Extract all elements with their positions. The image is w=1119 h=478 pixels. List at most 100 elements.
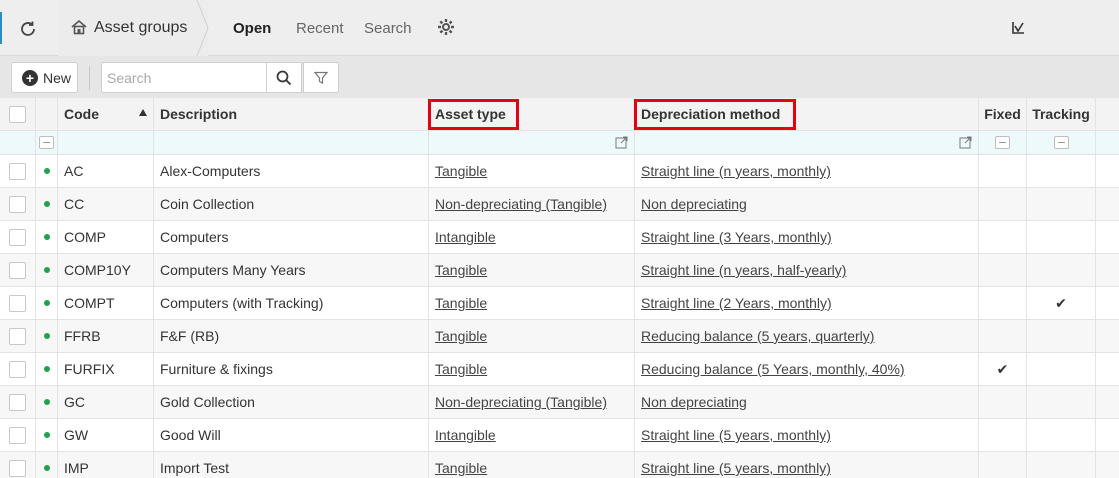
table-row[interactable]: IMP Import Test Tangible Straight line (…	[0, 452, 1119, 478]
row-checkbox[interactable]	[9, 459, 26, 477]
filter-cell-asset-type[interactable]	[429, 131, 635, 154]
column-header-description[interactable]: Description	[154, 98, 429, 130]
tab-open[interactable]: Open	[233, 20, 271, 37]
cell-description: Furniture & fixings	[154, 353, 429, 385]
column-header-fixed[interactable]: Fixed	[979, 98, 1027, 130]
row-status-cell	[36, 320, 58, 352]
row-select-cell	[0, 287, 36, 319]
cell-description: Gold Collection	[154, 386, 429, 418]
cell-code: GC	[58, 386, 154, 418]
asset-type-link[interactable]: Tangible	[435, 163, 487, 179]
asset-type-link[interactable]: Non-depreciating (Tangible)	[435, 196, 607, 212]
filter-cell-description[interactable]	[154, 131, 429, 154]
depreciation-method-link[interactable]: Reducing balance (5 years, quarterly)	[641, 328, 874, 344]
cell-asset-type: Non-depreciating (Tangible)	[429, 188, 635, 220]
depreciation-method-link[interactable]: Non depreciating	[641, 394, 747, 410]
column-header-asset-type[interactable]: Asset type	[429, 98, 635, 130]
select-all-checkbox[interactable]	[9, 105, 26, 123]
table-row[interactable]: FFRB F&F (RB) Tangible Reducing balance …	[0, 320, 1119, 353]
row-status-cell	[36, 188, 58, 220]
collapse-icon[interactable]	[1010, 20, 1026, 36]
cell-asset-type: Tangible	[429, 452, 635, 478]
column-label-asset-type: Asset type	[435, 106, 506, 122]
asset-type-link[interactable]: Tangible	[435, 361, 487, 377]
table-row[interactable]: GC Gold Collection Non-depreciating (Tan…	[0, 386, 1119, 419]
column-header-depreciation-method[interactable]: Depreciation method	[635, 98, 979, 130]
asset-type-link[interactable]: Intangible	[435, 229, 496, 245]
refresh-icon[interactable]	[16, 17, 40, 41]
row-spacer	[1096, 254, 1119, 286]
depreciation-method-link[interactable]: Straight line (5 years, monthly)	[641, 460, 831, 476]
row-checkbox[interactable]	[9, 393, 26, 411]
table-row[interactable]: GW Good Will Intangible Straight line (5…	[0, 419, 1119, 452]
filter-cell-code[interactable]	[58, 131, 154, 154]
depreciation-method-link[interactable]: Straight line (5 years, monthly)	[641, 427, 831, 443]
cell-code: CC	[58, 188, 154, 220]
table-row[interactable]: AC Alex-Computers Tangible Straight line…	[0, 155, 1119, 188]
fixed-check-icon: ✔	[996, 360, 1009, 377]
cell-asset-type: Tangible	[429, 320, 635, 352]
status-dot-icon	[43, 465, 50, 471]
table-row[interactable]: COMPT Computers (with Tracking) Tangible…	[0, 287, 1119, 320]
cell-tracking	[1027, 188, 1096, 220]
open-lookup-icon[interactable]	[959, 136, 972, 149]
cell-description: F&F (RB)	[154, 320, 429, 352]
gear-icon[interactable]	[436, 17, 456, 37]
filter-cell-tracking	[1027, 131, 1096, 154]
description-value: Computers Many Years	[160, 262, 306, 278]
cell-code: FURFIX	[58, 353, 154, 385]
depreciation-method-link[interactable]: Straight line (n years, half-yearly)	[641, 262, 846, 278]
open-lookup-icon[interactable]	[615, 136, 628, 149]
row-select-cell	[0, 221, 36, 253]
table-row[interactable]: COMP Computers Intangible Straight line …	[0, 221, 1119, 254]
row-checkbox[interactable]	[9, 261, 26, 279]
row-checkbox[interactable]	[9, 426, 26, 444]
breadcrumb[interactable]: Asset groups	[58, 0, 208, 56]
filter-button[interactable]	[303, 62, 339, 93]
row-checkbox[interactable]	[9, 294, 26, 312]
depreciation-method-link[interactable]: Straight line (2 Years, monthly)	[641, 295, 832, 311]
row-checkbox[interactable]	[9, 360, 26, 378]
asset-type-link[interactable]: Tangible	[435, 460, 487, 476]
asset-type-link[interactable]: Non-depreciating (Tangible)	[435, 394, 607, 410]
table-row[interactable]: FURFIX Furniture & fixings Tangible Redu…	[0, 353, 1119, 386]
status-filter-toggle[interactable]	[39, 136, 54, 149]
left-accent	[0, 12, 2, 44]
column-header-tracking[interactable]: Tracking	[1027, 98, 1096, 130]
tab-search[interactable]: Search	[364, 20, 412, 37]
filter-cell-depreciation-method[interactable]	[635, 131, 979, 154]
code-value: COMPT	[64, 295, 115, 311]
code-value: CC	[64, 196, 85, 212]
code-value: AC	[64, 163, 84, 179]
depreciation-method-link[interactable]: Straight line (3 Years, monthly)	[641, 229, 832, 245]
column-header-code[interactable]: Code	[58, 98, 154, 130]
row-checkbox[interactable]	[9, 228, 26, 246]
filter-cell-select	[0, 131, 36, 154]
cell-description: Computers (with Tracking)	[154, 287, 429, 319]
depreciation-method-link[interactable]: Reducing balance (5 Years, monthly, 40%)	[641, 361, 905, 377]
asset-type-link[interactable]: Tangible	[435, 295, 487, 311]
new-button[interactable]: + New	[11, 62, 78, 93]
code-value: FURFIX	[64, 361, 115, 377]
tab-recent[interactable]: Recent	[296, 20, 344, 37]
search-button[interactable]	[266, 62, 302, 93]
depreciation-method-link[interactable]: Straight line (n years, monthly)	[641, 163, 831, 179]
asset-type-link[interactable]: Tangible	[435, 262, 487, 278]
fixed-filter-toggle[interactable]	[995, 136, 1010, 149]
row-checkbox[interactable]	[9, 162, 26, 180]
depreciation-method-link[interactable]: Non depreciating	[641, 196, 747, 212]
row-checkbox[interactable]	[9, 195, 26, 213]
cell-depreciation-method: Straight line (2 Years, monthly)	[635, 287, 979, 319]
asset-type-link[interactable]: Tangible	[435, 328, 487, 344]
cell-depreciation-method: Non depreciating	[635, 386, 979, 418]
search-input[interactable]	[101, 62, 267, 93]
row-spacer	[1096, 155, 1119, 187]
table-row[interactable]: COMP10Y Computers Many Years Tangible St…	[0, 254, 1119, 287]
tracking-filter-toggle[interactable]	[1053, 136, 1069, 149]
table-row[interactable]: CC Coin Collection Non-depreciating (Tan…	[0, 188, 1119, 221]
code-value: FFRB	[64, 328, 101, 344]
row-spacer	[1096, 188, 1119, 220]
code-value: COMP	[64, 229, 106, 245]
asset-type-link[interactable]: Intangible	[435, 427, 496, 443]
row-checkbox[interactable]	[9, 327, 26, 345]
